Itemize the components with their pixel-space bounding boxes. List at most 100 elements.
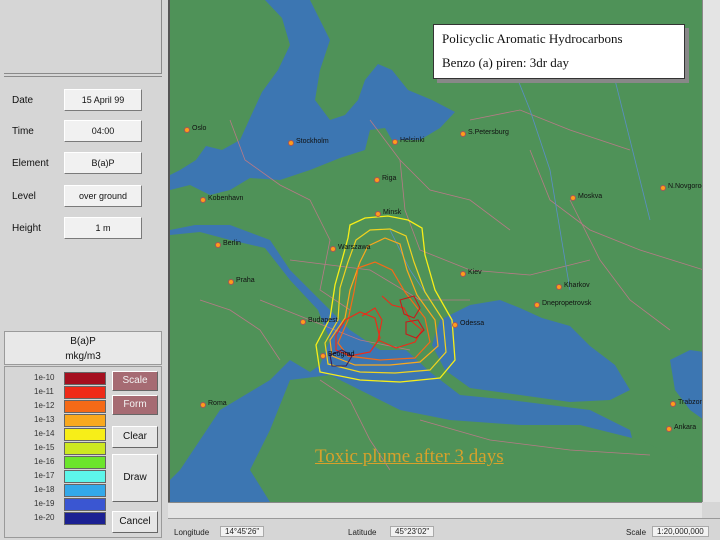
legend-swatch xyxy=(64,484,106,497)
legend-swatch xyxy=(64,414,106,427)
land-scandinavia xyxy=(170,0,290,175)
longitude-value: 14°45'26" xyxy=(220,526,265,537)
city-label: Odessa xyxy=(460,320,485,327)
legend-substance: B(a)P xyxy=(70,336,96,347)
city-label: Stockholm xyxy=(296,138,329,145)
legend-swatch xyxy=(64,512,106,525)
city-marker-icon[interactable] xyxy=(570,195,576,201)
info-line-2: Benzo (a) piren: 3dr day xyxy=(442,55,570,70)
legend-label: 1e-18 xyxy=(34,485,55,494)
legend-swatch xyxy=(64,428,106,441)
map-view[interactable]: Oslo Stockholm Helsinki S.Petersburg Riga Kob… xyxy=(168,0,706,502)
latitude-value: 45°23'02" xyxy=(390,526,435,537)
city-label: Kobenhavn xyxy=(208,195,244,202)
legend-label: 1e-16 xyxy=(34,457,55,466)
legend-label: 1e-17 xyxy=(34,471,55,480)
legend-swatch xyxy=(64,470,106,483)
city-label: Kiev xyxy=(468,269,482,276)
legend-label: 1e-12 xyxy=(34,401,55,410)
city-marker-icon[interactable] xyxy=(670,401,676,407)
control-panel: Date 15 April 99 Time 04:00 Element B(a)… xyxy=(0,0,168,540)
legend-label: 1e-10 xyxy=(34,373,55,382)
city-marker-icon[interactable] xyxy=(374,177,380,183)
city-marker-icon[interactable] xyxy=(228,279,234,285)
legend-swatch xyxy=(64,400,106,413)
scale-button[interactable]: Scale xyxy=(112,371,158,391)
city-marker-icon[interactable] xyxy=(300,319,306,325)
legend-label: 1e-20 xyxy=(34,513,55,522)
city-label: Roma xyxy=(208,400,227,407)
city-label: Oslo xyxy=(192,125,207,132)
top-blank-panel xyxy=(4,0,162,74)
legend-header: B(a)P mkg/m3 xyxy=(4,331,162,365)
legend-label: 1e-13 xyxy=(34,415,55,424)
legend-swatch xyxy=(64,442,106,455)
city-marker-icon[interactable] xyxy=(330,246,336,252)
city-marker-icon[interactable] xyxy=(200,402,206,408)
horizontal-scrollbar[interactable] xyxy=(168,502,702,518)
date-label: Date xyxy=(12,95,34,106)
date-field[interactable]: 15 April 99 xyxy=(64,89,142,111)
legend-label: 1e-14 xyxy=(34,429,55,438)
time-label: Time xyxy=(12,126,34,137)
level-field[interactable]: over ground xyxy=(64,185,142,207)
city-marker-icon[interactable] xyxy=(666,426,672,432)
city-label: Ankara xyxy=(674,424,697,431)
city-marker-icon[interactable] xyxy=(534,302,540,308)
height-label: Height xyxy=(12,223,41,234)
city-marker-icon[interactable] xyxy=(556,284,562,290)
city-label: S.Petersburg xyxy=(468,129,509,136)
form-button[interactable]: Form xyxy=(112,395,158,415)
city-label: Helsinki xyxy=(400,137,425,144)
city-label: Riga xyxy=(382,175,397,182)
plume-caption-link[interactable]: Toxic plume after 3 days xyxy=(315,446,504,468)
city-label: Beograd xyxy=(328,351,355,358)
element-field[interactable]: B(a)P xyxy=(64,152,142,174)
city-label: Minsk xyxy=(383,209,402,216)
city-marker-icon[interactable] xyxy=(452,322,458,328)
city-label: Berlin xyxy=(223,240,241,247)
city-label: Kharkov xyxy=(564,282,590,289)
vertical-scrollbar[interactable] xyxy=(702,0,720,502)
city-label: Praha xyxy=(236,277,255,284)
info-line-1: Policyclic Aromatic Hydrocarbons xyxy=(442,31,623,46)
city-marker-icon[interactable] xyxy=(320,353,326,359)
city-marker-icon[interactable] xyxy=(288,140,294,146)
level-label: Level xyxy=(12,191,36,202)
legend-label: 1e-19 xyxy=(34,499,55,508)
latitude-label: Latitude xyxy=(348,528,377,537)
city-marker-icon[interactable] xyxy=(660,185,666,191)
status-bar: Longitude 14°45'26" Latitude 45°23'02" S… xyxy=(168,518,720,540)
panel-divider xyxy=(4,76,162,77)
height-field[interactable]: 1 m xyxy=(64,217,142,239)
element-label: Element xyxy=(12,158,49,169)
scale-value: 1:20,000,000 xyxy=(652,526,709,537)
legend-swatch xyxy=(64,456,106,469)
clear-button[interactable]: Clear xyxy=(112,426,158,448)
scale-label: Scale xyxy=(626,528,647,537)
city-label: Budapest xyxy=(308,317,338,324)
legend-label: 1e-15 xyxy=(34,443,55,452)
legend-unit: mkg/m3 xyxy=(65,351,101,362)
city-marker-icon[interactable] xyxy=(392,139,398,145)
city-label: Moskva xyxy=(578,193,603,200)
legend-label: 1e-11 xyxy=(34,387,54,396)
longitude-label: Longitude xyxy=(174,528,210,537)
city-marker-icon[interactable] xyxy=(200,197,206,203)
cancel-button[interactable]: Cancel xyxy=(112,511,158,533)
city-marker-icon[interactable] xyxy=(460,131,466,137)
city-label: Trabzon xyxy=(678,399,704,406)
legend-swatch xyxy=(64,372,106,385)
city-marker-icon[interactable] xyxy=(375,211,381,217)
city-label: Dnepropetrovsk xyxy=(542,300,592,307)
city-marker-icon[interactable] xyxy=(215,242,221,248)
city-marker-icon[interactable] xyxy=(184,127,190,133)
draw-button[interactable]: Draw xyxy=(112,454,158,502)
time-field[interactable]: 04:00 xyxy=(64,120,142,142)
city-marker-icon[interactable] xyxy=(460,271,466,277)
city-label: N.Novgorod xyxy=(668,183,706,190)
legend-swatch xyxy=(64,386,106,399)
legend-swatch xyxy=(64,498,106,511)
city-label: Warszawa xyxy=(338,244,371,251)
map-info-box: Policyclic Aromatic Hydrocarbons Benzo (… xyxy=(433,24,685,79)
